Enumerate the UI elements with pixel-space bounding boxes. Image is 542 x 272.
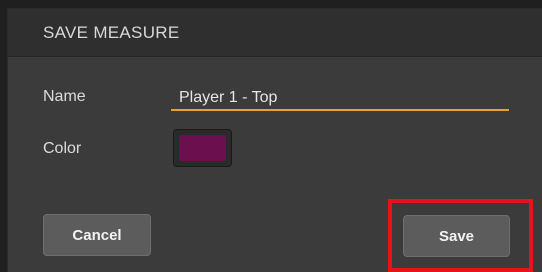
save-highlight-box [388, 199, 533, 272]
name-input[interactable] [171, 87, 509, 111]
cancel-button[interactable]: Cancel [43, 214, 151, 256]
screenshot-frame: SAVE MEASURE Name Color Cancel Save [0, 0, 542, 272]
dialog-title: SAVE MEASURE [43, 23, 180, 42]
name-label: Name [43, 88, 86, 105]
color-picker-button[interactable] [173, 129, 232, 167]
dialog-header: SAVE MEASURE [8, 9, 542, 57]
color-swatch-fill [179, 135, 226, 161]
color-label: Color [43, 140, 82, 157]
save-measure-dialog: SAVE MEASURE Name Color Cancel Save [7, 8, 542, 272]
